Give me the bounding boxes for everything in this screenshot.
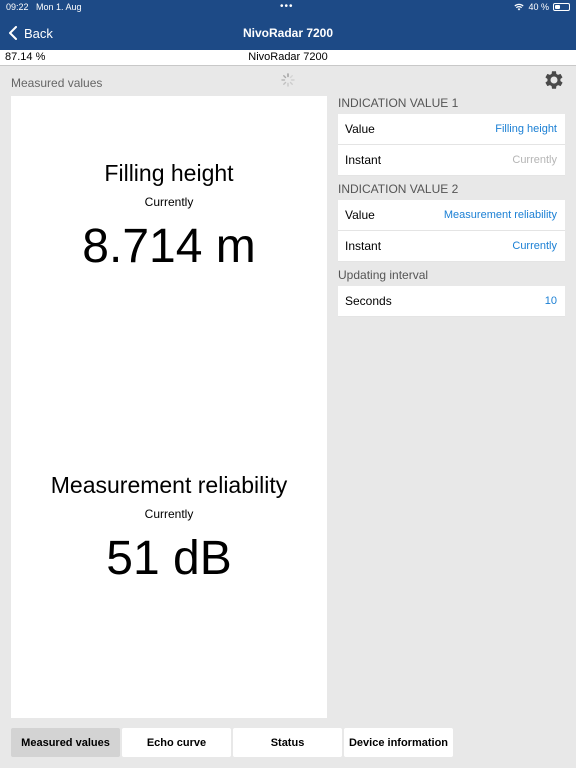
bottom-tabs: Measured values Echo curve Status Device… <box>11 728 453 757</box>
row-label: Instant <box>345 239 382 253</box>
measurement-value: 51 dB <box>106 532 232 585</box>
updating-interval-title: Updating interval <box>338 268 429 282</box>
measurement-title: Measurement reliability <box>50 472 288 498</box>
row-label: Value <box>345 122 375 136</box>
loading-spinner-icon <box>281 73 295 87</box>
indication-1-instant-row[interactable]: Instant Currently <box>338 145 565 176</box>
row-label: Value <box>345 208 375 222</box>
top-bar: 09:22 Mon 1. Aug ••• 40 % Back NivoRadar… <box>0 0 576 50</box>
row-label: Instant <box>345 153 382 167</box>
row-label: Seconds <box>345 294 392 308</box>
row-value: Filling height <box>495 123 557 135</box>
gear-icon[interactable] <box>542 68 566 92</box>
measurement-block-1: Filling height Currently 8.714 m <box>11 160 327 274</box>
tab-echo-curve[interactable]: Echo curve <box>122 728 231 757</box>
tab-measured-values[interactable]: Measured values <box>11 728 120 757</box>
row-value: Measurement reliability <box>443 209 557 221</box>
section-label: Measured values <box>11 76 103 90</box>
measurement-subtitle: Currently <box>144 195 194 209</box>
status-right: 40 % <box>514 2 570 12</box>
measurement-block-2: Measurement reliability Currently 51 dB <box>11 472 327 586</box>
measurement-value: 8.714 m <box>82 220 256 273</box>
tab-status[interactable]: Status <box>233 728 342 757</box>
indication-value-1-title: INDICATION VALUE 1 <box>338 96 459 110</box>
row-value: 10 <box>544 295 557 307</box>
indication-1-value-row[interactable]: Value Filling height <box>338 114 565 145</box>
sub-header: 87.14 % NivoRadar 7200 <box>0 50 576 66</box>
status-date: Mon 1. Aug <box>36 2 82 12</box>
status-time: 09:22 <box>6 2 29 12</box>
battery-percentage: 40 % <box>528 2 549 12</box>
seconds-row[interactable]: Seconds 10 <box>338 286 565 317</box>
row-value: Currently <box>512 240 557 252</box>
measured-values-panel: Filling height Currently 8.714 m Measure… <box>11 96 327 718</box>
indication-value-2-title: INDICATION VALUE 2 <box>338 182 459 196</box>
indication-2-value-row[interactable]: Value Measurement reliability <box>338 200 565 231</box>
row-value: Currently <box>512 154 557 166</box>
measurement-title: Filling height <box>104 160 234 186</box>
battery-icon <box>553 3 570 11</box>
device-name: NivoRadar 7200 <box>248 51 328 63</box>
nav-title: NivoRadar 7200 <box>242 26 334 40</box>
tab-device-information[interactable]: Device information <box>344 728 453 757</box>
indication-2-instant-row[interactable]: Instant Currently <box>338 231 565 262</box>
settings-column: INDICATION VALUE 1 Value Filling height … <box>338 96 565 317</box>
measurement-subtitle: Currently <box>144 507 194 521</box>
multitasking-dots[interactable]: ••• <box>280 1 294 12</box>
wifi-icon <box>514 3 525 11</box>
